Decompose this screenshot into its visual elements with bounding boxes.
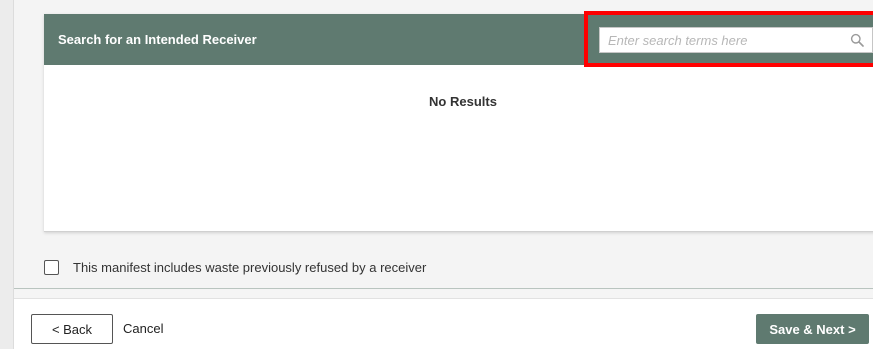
search-input[interactable] xyxy=(600,28,840,52)
no-results-message: No Results xyxy=(429,94,497,109)
receiver-search-card: Search for an Intended Receiver No Resul… xyxy=(44,11,873,232)
search-field[interactable] xyxy=(599,27,873,53)
card-title: Search for an Intended Receiver xyxy=(58,32,257,47)
card-header: Search for an Intended Receiver xyxy=(44,11,873,67)
search-icon[interactable] xyxy=(850,33,864,47)
form-footer: < Back Cancel Save & Next > xyxy=(14,298,873,349)
left-rail xyxy=(0,0,14,349)
cancel-link[interactable]: Cancel xyxy=(123,321,163,336)
back-button[interactable]: < Back xyxy=(31,314,113,344)
refused-waste-option[interactable]: This manifest includes waste previously … xyxy=(44,258,426,276)
refused-waste-checkbox[interactable] xyxy=(44,259,59,275)
refused-waste-label: This manifest includes waste previously … xyxy=(73,259,427,275)
section-divider xyxy=(14,288,873,289)
save-next-button[interactable]: Save & Next > xyxy=(756,314,869,344)
receiver-section: Search for an Intended Receiver No Resul… xyxy=(14,0,873,290)
